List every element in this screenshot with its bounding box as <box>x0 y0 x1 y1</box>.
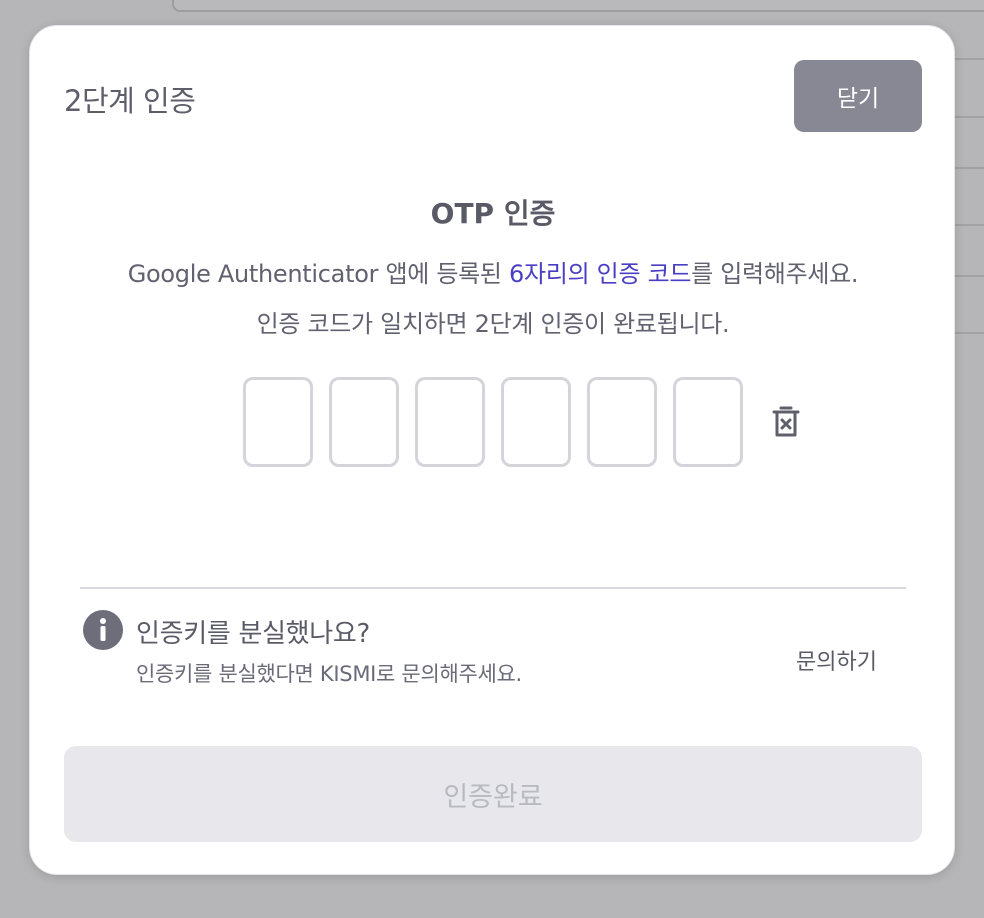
modal-title: 2단계 인증 <box>64 84 196 118</box>
otp-input-group <box>243 377 743 467</box>
background-divider <box>955 224 984 226</box>
trash-x-icon[interactable] <box>770 404 802 440</box>
background-divider <box>955 58 984 60</box>
otp-digit-3[interactable] <box>415 377 485 467</box>
info-icon <box>83 610 123 650</box>
otp-description-line2: 인증 코드가 일치하면 2단계 인증이 완료됩니다. <box>256 310 730 338</box>
otp-digit-2[interactable] <box>329 377 399 467</box>
description-text: 를 입력해주세요. <box>691 260 859 288</box>
otp-heading: OTP 인증 <box>430 197 556 230</box>
inquiry-link[interactable]: 문의하기 <box>796 644 877 676</box>
background-panel <box>172 0 984 12</box>
otp-digit-4[interactable] <box>501 377 571 467</box>
submit-button[interactable]: 인증완료 <box>64 746 922 842</box>
background-divider <box>955 275 984 277</box>
otp-digit-1[interactable] <box>243 377 313 467</box>
description-text: Google Authenticator 앱에 등록된 <box>127 260 510 288</box>
background-divider <box>955 332 984 334</box>
otp-digit-6[interactable] <box>673 377 743 467</box>
otp-description-line1: Google Authenticator 앱에 등록된 6자리의 인증 코드를 … <box>30 254 956 289</box>
otp-digit-5[interactable] <box>587 377 657 467</box>
section-divider <box>80 587 906 589</box>
lost-key-title: 인증키를 분실했나요? <box>136 619 371 649</box>
lost-key-subtitle: 인증키를 분실했다면 KISMI로 문의해주세요. <box>136 662 522 686</box>
description-highlight: 6자리의 인증 코드 <box>509 260 692 288</box>
two-factor-modal: 2단계 인증 닫기 OTP 인증 Google Authenticator 앱에… <box>29 25 955 875</box>
background-divider <box>955 116 984 118</box>
background-divider <box>955 167 984 169</box>
close-button[interactable]: 닫기 <box>794 60 922 132</box>
